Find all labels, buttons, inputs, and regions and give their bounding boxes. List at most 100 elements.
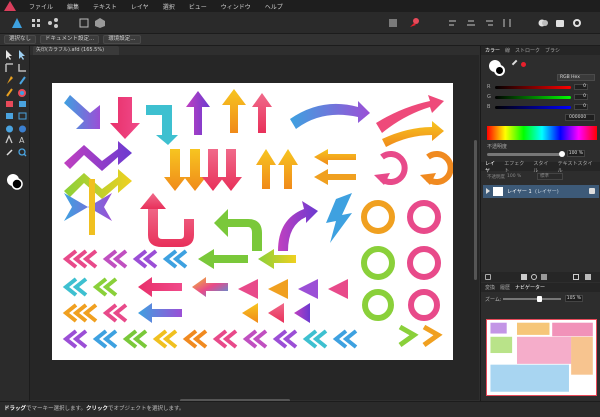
hex-value-field[interactable]: 000000 xyxy=(565,114,595,121)
delete-layer-icon[interactable] xyxy=(585,274,591,280)
pen-tool-icon[interactable] xyxy=(7,76,13,84)
layer-options-icon[interactable] xyxy=(485,274,491,280)
zoom-value[interactable]: 105 % xyxy=(565,295,583,302)
menu-layer[interactable]: レイヤ xyxy=(124,2,156,11)
align-center-icon[interactable] xyxy=(463,15,478,30)
tab-text-styles[interactable]: テキストスタイル xyxy=(558,160,596,174)
arrow-pink-up-twin xyxy=(252,93,272,133)
eyedropper-tool-icon[interactable] xyxy=(6,149,13,156)
add-layer-icon[interactable] xyxy=(573,274,579,280)
tab-styles[interactable]: スタイル xyxy=(533,160,552,174)
pages-icon[interactable] xyxy=(92,15,107,30)
rectangle-tool-icon[interactable] xyxy=(6,113,13,119)
opacity-value[interactable]: 100 % xyxy=(567,150,585,157)
green-value[interactable]: 0 xyxy=(574,94,588,100)
blue-value[interactable]: 0 xyxy=(574,104,588,110)
layers-bottom-toolbar xyxy=(481,272,600,282)
color-panel-tabs: カラー 線 ストローク ブラシ xyxy=(481,46,600,55)
crop-tool-icon[interactable] xyxy=(18,64,26,72)
transparency-tool-icon[interactable] xyxy=(6,101,13,107)
geometry-subtract-icon[interactable] xyxy=(552,15,567,30)
adjustment-icon[interactable] xyxy=(521,274,527,280)
node-tool-icon[interactable] xyxy=(19,50,25,60)
preferences-button[interactable]: 環境設定... xyxy=(103,35,141,44)
status-click: クリック xyxy=(85,406,108,412)
zoom-tool-icon[interactable] xyxy=(18,148,27,157)
layer-row[interactable]: レイヤー 1 (レイヤー) xyxy=(483,185,599,198)
tab-color[interactable]: カラー xyxy=(485,47,500,54)
status-bar: ドラッグでマーキー選択します。クリックでオブジェクトを選択します。 xyxy=(0,401,600,417)
red-slider[interactable]: R 0 xyxy=(487,84,597,90)
menu-view[interactable]: ビュー xyxy=(182,2,214,11)
pencil-tool-icon[interactable] xyxy=(19,76,26,85)
green-slider[interactable]: G 0 xyxy=(487,94,597,100)
move-tool-icon[interactable] xyxy=(6,50,12,60)
status-drag: ドラッグ xyxy=(4,406,27,412)
fill-stroke-swatch-icon[interactable] xyxy=(7,174,23,190)
corner-tool-icon[interactable] xyxy=(5,63,13,72)
status-text-1: でマーキー選択します。 xyxy=(26,406,86,412)
menu-help[interactable]: ヘルプ xyxy=(258,2,290,11)
layer-opacity-label: 不透明度 xyxy=(487,175,505,180)
document-page[interactable] xyxy=(52,83,454,360)
document-setup-icon[interactable] xyxy=(76,15,91,30)
designer-persona-icon[interactable] xyxy=(9,15,24,30)
mask-icon[interactable] xyxy=(541,274,547,280)
layer-name[interactable]: レイヤー 1 xyxy=(507,188,532,195)
zoom-slider-handle[interactable] xyxy=(537,296,542,302)
frame-text-icon[interactable] xyxy=(18,112,27,120)
vector-brush-icon[interactable] xyxy=(6,88,13,97)
menu-edit[interactable]: 編集 xyxy=(60,2,86,11)
red-value[interactable]: 0 xyxy=(574,84,588,90)
align-left-icon[interactable] xyxy=(445,15,460,30)
menu-file[interactable]: ファイル xyxy=(22,2,60,11)
pixel-persona-icon[interactable] xyxy=(28,15,43,30)
snapping-icon[interactable] xyxy=(385,15,400,30)
tab-stroke[interactable]: ストローク xyxy=(515,47,540,54)
distribute-icon[interactable] xyxy=(499,15,514,30)
tab-swatches[interactable]: 線 xyxy=(505,47,510,54)
align-right-icon[interactable] xyxy=(481,15,496,30)
app-window: ファイル 編集 テキスト レイヤ 選択 ビュー ウィンドウ ヘルプ 選択なし ド… xyxy=(0,0,600,417)
tab-layers[interactable]: レイヤ xyxy=(485,160,499,174)
tab-brushes[interactable]: ブラシ xyxy=(545,47,560,54)
text-tool-icon[interactable]: A xyxy=(19,136,25,145)
blue-slider[interactable]: B 0 xyxy=(487,104,597,110)
navigator-preview[interactable] xyxy=(486,319,597,396)
document-setup-button[interactable]: ドキュメント設定... xyxy=(40,35,100,44)
geometry-add-icon[interactable] xyxy=(535,15,550,30)
tab-navigator[interactable]: ナビゲーター xyxy=(515,284,545,291)
fill-color-indicator[interactable] xyxy=(521,62,526,67)
menu-window[interactable]: ウィンドウ xyxy=(214,2,258,11)
eyedropper-icon[interactable] xyxy=(511,59,521,69)
color-spectrum[interactable] xyxy=(487,126,597,140)
expand-arrow-icon[interactable] xyxy=(486,188,490,194)
fill-stroke-swatch[interactable] xyxy=(489,60,507,78)
opacity-slider-handle[interactable] xyxy=(559,151,565,157)
shape-tool-icon[interactable] xyxy=(19,125,26,133)
fx-icon[interactable] xyxy=(531,274,537,280)
chevron-row-3 xyxy=(62,303,310,323)
opacity-slider[interactable] xyxy=(487,153,563,156)
fill-tool-icon[interactable] xyxy=(18,89,26,97)
layer-opacity-value[interactable]: 100 % xyxy=(507,174,521,179)
vertical-scrollbar[interactable] xyxy=(474,140,477,280)
zoom-slider[interactable] xyxy=(503,298,561,300)
layer-visibility-checkbox[interactable] xyxy=(589,188,595,194)
place-image-icon[interactable] xyxy=(19,101,26,107)
circle-arrows-green xyxy=(361,200,441,280)
color-mode-select[interactable]: RGB Hex xyxy=(557,74,595,81)
export-persona-icon[interactable] xyxy=(45,15,60,30)
color-picker-icon[interactable] xyxy=(404,15,424,30)
ellipse-tool-icon[interactable] xyxy=(6,125,13,133)
tab-transform[interactable]: 変換 xyxy=(485,284,495,291)
geometry-intersect-icon[interactable] xyxy=(569,15,584,30)
menu-select[interactable]: 選択 xyxy=(156,2,182,11)
artistic-text-icon[interactable] xyxy=(5,134,13,144)
tab-history[interactable]: 履歴 xyxy=(500,284,510,291)
blend-mode-select[interactable]: 標準 xyxy=(537,173,563,180)
select-none-button[interactable]: 選択なし xyxy=(4,35,37,44)
document-tab[interactable]: 矢印(カラフル).afd (165.5%) xyxy=(33,46,119,55)
menu-text[interactable]: テキスト xyxy=(86,2,124,11)
tab-effects[interactable]: エフェクト xyxy=(504,160,528,174)
